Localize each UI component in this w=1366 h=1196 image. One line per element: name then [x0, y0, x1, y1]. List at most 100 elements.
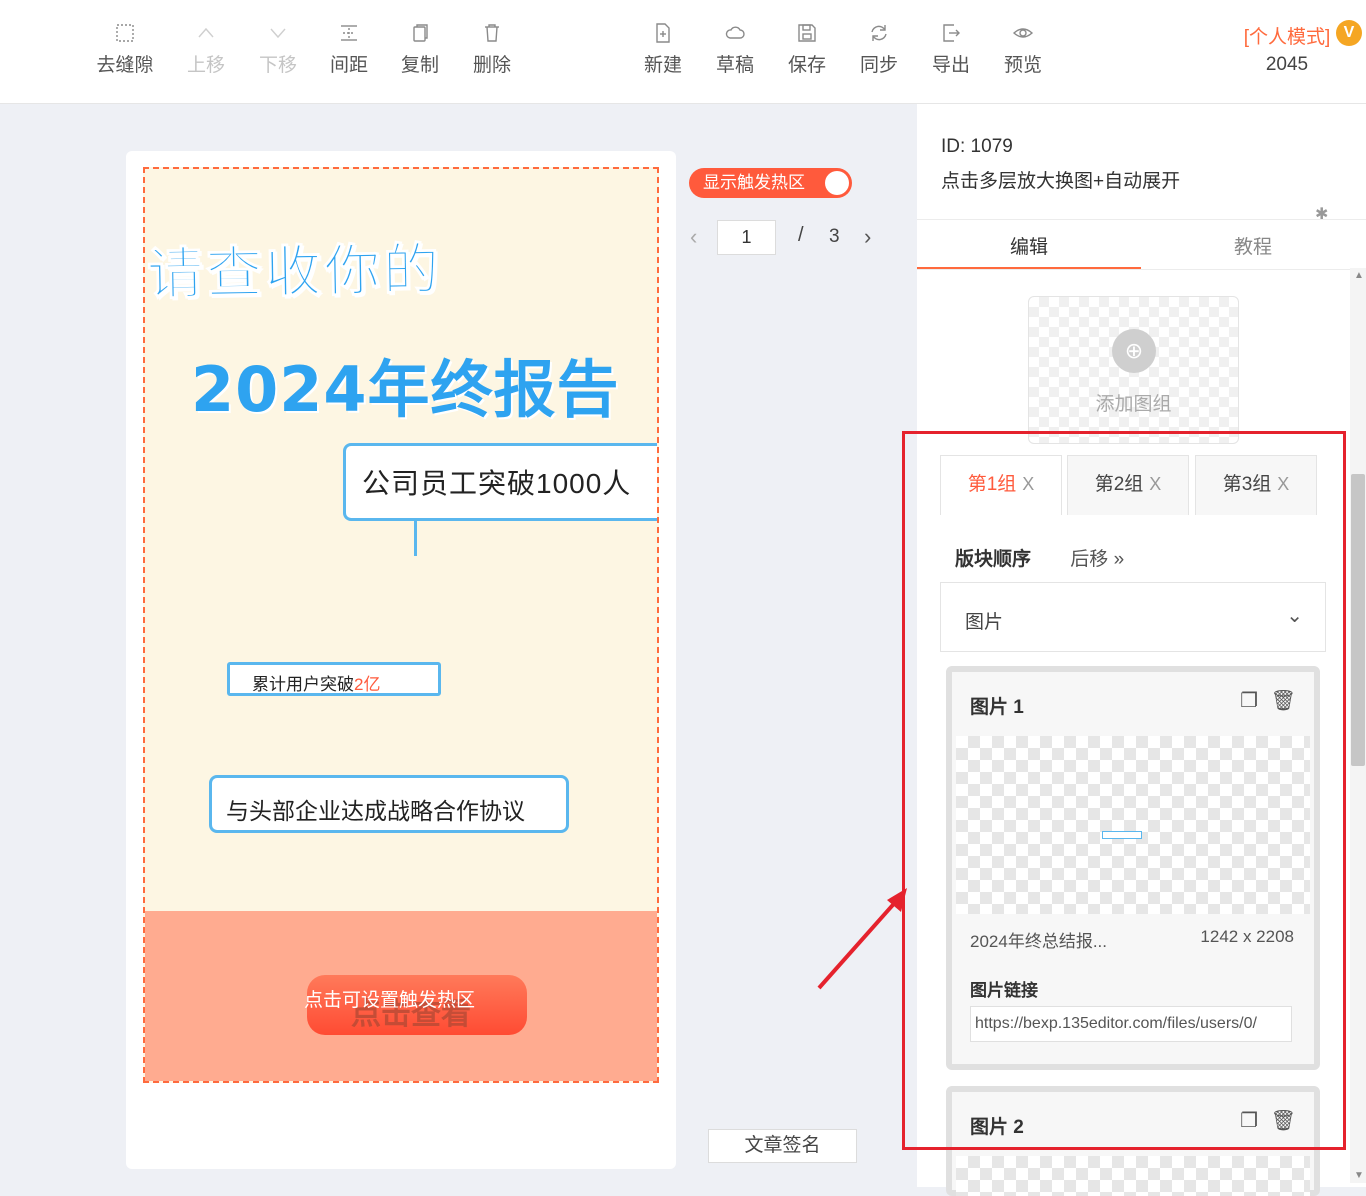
block-order-row: 版块顺序 后移 »: [955, 544, 1124, 571]
mode-number: 2045: [1265, 54, 1309, 75]
group-2-label: 第2组: [1094, 474, 1144, 495]
mode-switch[interactable]: [个人模式] V 2045: [1232, 20, 1362, 76]
block-type-select[interactable]: 图片 ⌄: [940, 582, 1326, 652]
save-button[interactable]: 保存: [772, 22, 842, 77]
template-id: ID: 1079: [941, 136, 1013, 157]
mode-label: [个人模式]: [1243, 27, 1331, 48]
vip-badge: V: [1336, 20, 1362, 46]
image-file-name: 2024年终总结报...: [970, 932, 1107, 951]
eye-icon: [988, 22, 1058, 48]
copy-icon[interactable]: ❐: [1240, 688, 1258, 713]
move-up-label: 上移: [186, 55, 225, 76]
image-link-input[interactable]: https://bexp.135editor.com/files/users/0…: [970, 1006, 1292, 1042]
scroll-down-icon[interactable]: ▼: [1354, 1170, 1364, 1181]
panel-tabs: 编辑 教程: [917, 222, 1366, 270]
chevron-left-icon: ‹: [690, 224, 698, 249]
trash-icon[interactable]: 🗑: [1271, 688, 1296, 713]
panel-scrollbar[interactable]: ▲ ▼: [1350, 268, 1366, 1183]
spacing-button[interactable]: 间距: [314, 22, 384, 77]
show-hotspot-toggle[interactable]: 显示触发热区: [689, 168, 852, 198]
thumbnail-preview: [1102, 831, 1142, 839]
preview-button[interactable]: 预览: [988, 22, 1058, 77]
properties-panel: ID: 1079 点击多层放大换图+自动展开 ✱ 编辑 教程 ⊕ 添加图组 第1…: [917, 104, 1366, 1196]
sync-button[interactable]: 同步: [844, 22, 914, 77]
chevron-up-icon: [171, 22, 241, 48]
spacing-icon: [314, 22, 384, 48]
image-thumbnail[interactable]: [956, 736, 1310, 914]
trash-icon[interactable]: 🗑: [1271, 1108, 1296, 1133]
new-label: 新建: [643, 55, 682, 76]
toggle-knob: [825, 171, 849, 195]
new-button[interactable]: 新建: [628, 22, 698, 77]
image-thumbnail[interactable]: [956, 1156, 1310, 1196]
page-number-input[interactable]: [717, 220, 776, 255]
hotspot-cta-button[interactable]: 点击查看 点击可设置触发热区: [304, 975, 527, 1035]
add-image-group-label: 添加图组: [1095, 394, 1172, 415]
delete-button[interactable]: 删除: [457, 22, 527, 77]
copy-button[interactable]: 复制: [385, 22, 455, 77]
link-plus-icon: ⊕: [1112, 329, 1156, 373]
active-tab-indicator: [917, 267, 1141, 269]
export-label: 导出: [931, 55, 970, 76]
move-up-button[interactable]: 上移: [171, 22, 241, 77]
export-button[interactable]: 导出: [916, 22, 986, 77]
chevron-right-icon: ›: [864, 224, 872, 249]
spacing-label: 间距: [329, 55, 368, 76]
group-3-label: 第3组: [1222, 474, 1272, 495]
image-file-size: 1242 x 2208: [1200, 927, 1294, 946]
scroll-up-icon[interactable]: ▲: [1354, 270, 1364, 281]
poster-preview[interactable]: 请查收你的 2024年终报告 公司员工突破1000人 累计用户突破2亿 与头部企…: [143, 167, 659, 1083]
dotted-square-icon: [90, 22, 160, 48]
chevron-down-icon: [243, 22, 313, 48]
trash-icon: [457, 22, 527, 48]
draft-label: 草稿: [715, 55, 754, 76]
preview-label: 预览: [1003, 55, 1042, 76]
save-icon: [772, 22, 842, 48]
sync-icon: [844, 22, 914, 48]
copy-icon[interactable]: ❐: [1240, 1108, 1258, 1133]
speech-bubble-partnership: 与头部企业达成战略合作协议: [209, 775, 569, 833]
remove-gap-button[interactable]: 去缝隙: [90, 22, 160, 77]
close-icon[interactable]: X: [1277, 474, 1289, 494]
new-file-icon: [628, 22, 698, 48]
add-image-group-button[interactable]: ⊕ 添加图组: [1028, 296, 1239, 444]
page-separator: /: [798, 224, 804, 246]
speech-bubble-users: 累计用户突破2亿: [227, 662, 441, 696]
speech-bubble-employees: 公司员工突破1000人: [343, 443, 657, 556]
tab-tutorial[interactable]: 教程: [1141, 232, 1365, 259]
image-card-title: 图片 1: [970, 697, 1024, 718]
next-page-button[interactable]: ›: [864, 224, 884, 250]
annotation-arrow-icon: [817, 888, 907, 990]
tab-group-1[interactable]: 第1组 X: [940, 455, 1062, 515]
draft-button[interactable]: 草稿: [700, 22, 770, 77]
page-total: 3: [829, 226, 840, 247]
delete-label: 删除: [472, 55, 511, 76]
cloud-icon: [700, 22, 770, 48]
hotspot-toggle-label: 显示触发热区: [703, 173, 805, 192]
cta-hotspot-label: 点击可设置触发热区: [304, 990, 476, 1011]
image-card-1: 图片 1 ❐ 🗑 2024年终总结报... 1242 x 2208 图片链接 h…: [946, 666, 1320, 1070]
tab-group-3[interactable]: 第3组 X: [1195, 455, 1317, 515]
article-signature-button[interactable]: 文章签名: [708, 1129, 857, 1163]
close-icon[interactable]: X: [1149, 474, 1161, 494]
wrench-icon[interactable]: ✱: [1315, 204, 1328, 224]
image-card-2: 图片 2 ❐ 🗑: [946, 1086, 1320, 1196]
move-down-button[interactable]: 下移: [243, 22, 313, 77]
bubble-tail: [414, 520, 417, 556]
tab-group-2[interactable]: 第2组 X: [1067, 455, 1189, 515]
prev-page-button[interactable]: ‹: [690, 224, 710, 250]
template-info: ID: 1079 点击多层放大换图+自动展开 ✱: [917, 104, 1366, 223]
group-tabs: 第1组 X 第2组 X 第3组 X: [940, 455, 1330, 515]
block-order-label: 版块顺序: [955, 549, 1032, 570]
top-toolbar: 去缝隙 上移 下移 间距 复制 删除 新建 草稿 保存 同步 导出 预览 [个人…: [0, 0, 1366, 104]
scrollbar-thumb[interactable]: [1351, 474, 1365, 766]
image-link-label: 图片链接: [970, 981, 1038, 1000]
poster-title-line1: 请查收你的: [146, 237, 443, 308]
tab-edit[interactable]: 编辑: [917, 232, 1141, 259]
remove-gap-label: 去缝隙: [96, 55, 154, 76]
bubble-employees-text: 公司员工突破1000人: [362, 468, 632, 499]
move-back-button[interactable]: 后移 »: [1070, 549, 1124, 570]
close-icon[interactable]: X: [1022, 474, 1034, 494]
save-label: 保存: [787, 55, 826, 76]
sync-label: 同步: [859, 55, 898, 76]
